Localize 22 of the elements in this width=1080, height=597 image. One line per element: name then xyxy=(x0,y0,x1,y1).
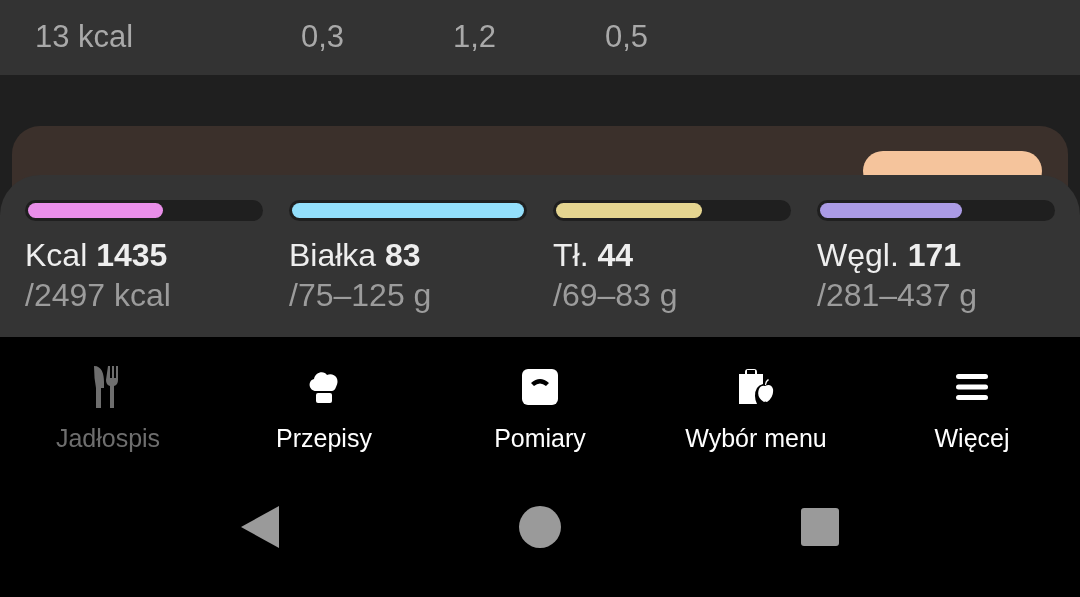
scale-icon xyxy=(522,369,558,405)
macro-target: /69–83 g xyxy=(553,276,679,315)
macro-target: /75–125 g xyxy=(289,276,433,315)
food-value: 1,2 xyxy=(453,18,498,57)
nav-tab[interactable]: Pomiary xyxy=(432,364,648,467)
macro-label: Kcal 1435 xyxy=(25,236,169,275)
macro-label: Białka 83 xyxy=(289,236,422,275)
macro-target: /281–437 g xyxy=(817,276,979,315)
nav-tab[interactable]: Jadłospis xyxy=(0,364,216,467)
macro-target: /2497 kcal xyxy=(25,276,172,315)
nav-tab[interactable]: Przepisy xyxy=(216,364,432,467)
menu-icon xyxy=(956,373,988,401)
clipboard-apple-icon xyxy=(737,368,775,406)
nav-tab[interactable]: Więcej xyxy=(864,364,1080,467)
food-value: 0,5 xyxy=(605,18,650,57)
food-kcal: 13 kcal xyxy=(35,18,135,57)
back-icon[interactable] xyxy=(241,506,279,548)
macro-label: Tł. 44 xyxy=(553,236,635,275)
home-icon[interactable] xyxy=(519,506,561,548)
macro-label: Węgl. 171 xyxy=(817,236,963,275)
food-value: 0,3 xyxy=(301,18,346,57)
nav-tab[interactable]: Wybór menu xyxy=(648,364,864,467)
